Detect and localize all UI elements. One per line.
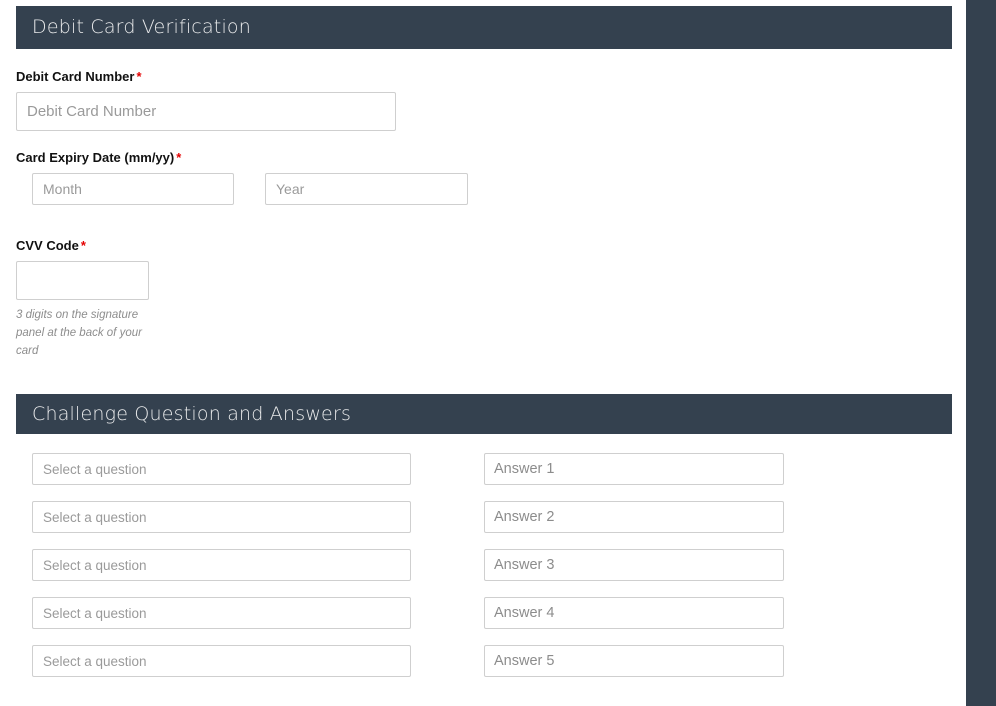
section-header-challenge-question-and-answers: Challenge Question and Answers [16,394,952,434]
question-select-1[interactable]: Select a question [32,453,411,485]
section-title-debit-card-verification: Debit Card Verification [32,16,251,38]
page-right-edge-band [966,0,996,706]
answer-input-5[interactable] [484,645,784,677]
expiry-year-input[interactable] [265,173,468,205]
expiry-month-input[interactable] [32,173,234,205]
cvv-code-input[interactable] [16,261,149,300]
question-select-3[interactable]: Select a question [32,549,411,581]
label-cvv-code: CVV Code * [16,239,86,252]
question-select-4[interactable]: Select a question [32,597,411,629]
required-asterisk-cvv: * [80,238,86,253]
required-asterisk-card-number: * [136,69,142,84]
answer-input-2[interactable] [484,501,784,533]
challenge-row-3: Select a question [0,549,966,581]
question-select-2[interactable]: Select a question [32,501,411,533]
debit-card-number-input[interactable] [16,92,396,131]
section-title-challenge-question-and-answers: Challenge Question and Answers [32,402,352,425]
label-card-expiry-date: Card Expiry Date (mm/yy) * [16,151,181,164]
answer-input-3[interactable] [484,549,784,581]
label-debit-card-number-text: Debit Card Number [16,69,135,84]
label-card-expiry-date-text: Card Expiry Date (mm/yy) [16,150,175,165]
challenge-row-2: Select a question [0,501,966,533]
label-cvv-code-text: CVV Code [16,238,79,253]
answer-input-1[interactable] [484,453,784,485]
challenge-row-1: Select a question [0,453,966,485]
required-asterisk-expiry: * [176,150,182,165]
cvv-hint-text: 3 digits on the signature panel at the b… [16,309,142,357]
verification-form: Debit Card Verification Debit Card Numbe… [0,0,966,706]
question-select-5[interactable]: Select a question [32,645,411,677]
label-debit-card-number: Debit Card Number * [16,70,142,83]
section-header-debit-card-verification: Debit Card Verification [16,6,952,49]
challenge-row-4: Select a question [0,597,966,629]
answer-input-4[interactable] [484,597,784,629]
challenge-row-5: Select a question [0,645,966,677]
